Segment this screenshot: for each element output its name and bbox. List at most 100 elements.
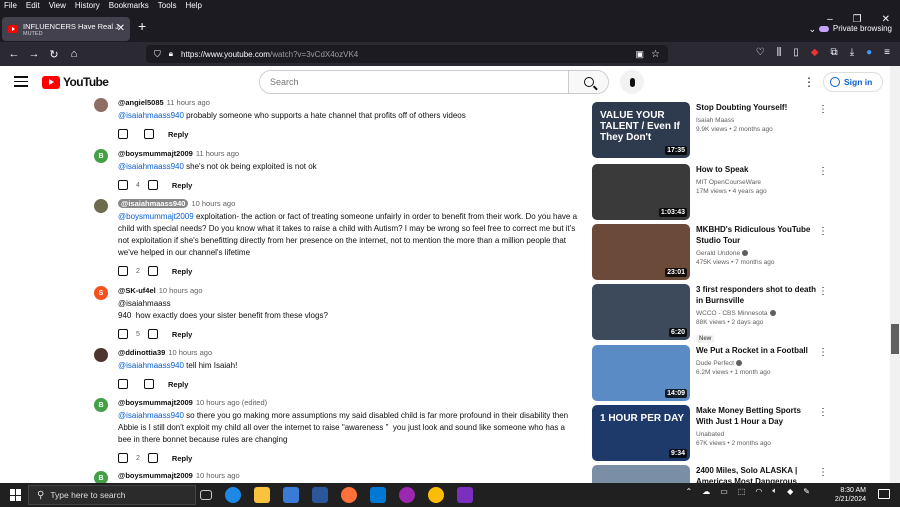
shield-icon[interactable]: ⛉ [154,49,161,60]
firefox-private-icon[interactable] [457,487,473,503]
close-tab-icon[interactable]: ✕ [117,23,125,34]
new-tab-icon[interactable]: + [138,18,146,34]
avatar[interactable] [94,98,108,112]
lock-icon[interactable]: 🔒︎ [169,49,173,59]
volume-icon[interactable]: 🔈︎ [772,486,777,496]
taskbar-search[interactable]: ⚲ Type here to search [28,485,196,505]
sign-in-button[interactable]: Sign in [823,72,883,92]
chrome-app-icon[interactable] [399,487,415,503]
notifications-icon[interactable] [878,489,890,499]
like-icon[interactable] [118,453,128,463]
video-title[interactable]: 3 first responders shot to death in Burn… [696,284,820,306]
account-icon[interactable]: ● [866,47,872,58]
video-menu-icon[interactable]: ⋮ [818,226,828,237]
edge-icon[interactable] [225,487,241,503]
forward-icon[interactable]: → [24,48,44,60]
reload-icon[interactable]: ↻ [44,48,64,61]
sidebar-icon[interactable]: ▯ [793,47,799,58]
scrollbar-thumb[interactable] [891,324,899,354]
comment-time[interactable]: 10 hours ago (edited) [196,398,267,407]
word-icon[interactable] [312,487,328,503]
video-thumbnail[interactable]: 23:01 [592,224,690,280]
reply-button[interactable]: Reply [172,330,192,339]
guide-menu-icon[interactable] [14,76,28,90]
download-icon[interactable]: ⤓ [850,47,854,58]
comment-author[interactable]: @isaiahmaass940 [118,199,189,208]
reply-button[interactable]: Reply [168,380,188,389]
comment-mention[interactable]: @isaiahmaass940 [118,111,184,120]
avatar[interactable]: B [94,471,108,483]
comment-author[interactable]: @SK-uf4el [118,286,156,295]
avatar[interactable]: B [94,398,108,412]
menu-item-history[interactable]: History [75,0,100,12]
avatar[interactable] [94,348,108,362]
dislike-icon[interactable] [144,129,154,139]
wifi-icon[interactable]: ◠ [755,487,762,496]
video-title[interactable]: 2400 Miles, Solo ALASKA | Americas Most … [696,465,820,483]
comment-time[interactable]: 10 hours ago [159,286,203,295]
search-button[interactable] [568,71,608,93]
back-icon[interactable]: ← [4,48,24,60]
like-icon[interactable] [118,180,128,190]
reply-button[interactable]: Reply [172,267,192,276]
extension-icon[interactable]: ◆ [811,47,819,58]
page-scrollbar[interactable] [890,66,900,483]
menu-item-bookmarks[interactable]: Bookmarks [109,0,149,12]
bookmark-star-icon[interactable]: ☆ [651,49,660,60]
related-video-item[interactable]: 14:09 We Put a Rocket in a Football Dude … [592,345,842,401]
pocket-icon[interactable]: ♡ [756,47,765,58]
dislike-icon[interactable] [147,266,158,276]
monitor-icon[interactable]: ▭ [720,487,728,496]
video-channel[interactable]: Isaiah Maass [696,116,820,125]
list-tabs-icon[interactable]: ⌄ [808,24,816,35]
comment-author[interactable]: @ddinottia39 [118,348,165,357]
comment-time[interactable]: 11 hours ago [167,98,210,107]
avatar[interactable]: B [94,149,108,163]
video-channel[interactable]: Gerald Undone [696,249,820,258]
mail-icon[interactable] [370,487,386,503]
video-channel[interactable]: WCCO - CBS Minnesota [696,309,820,318]
comment-time[interactable]: 11 hours ago [196,149,239,158]
video-title[interactable]: MKBHD's Ridiculous YouTube Studio Tour [696,224,820,246]
meet-icon[interactable]: ⬚ [738,487,746,496]
related-video-item[interactable]: 1:03:43 How to Speak MIT OpenCourseWare 17… [592,164,842,220]
like-icon[interactable] [118,379,128,389]
like-icon[interactable] [118,129,128,139]
video-menu-icon[interactable]: ⋮ [818,467,828,478]
chrome-icon[interactable] [428,487,444,503]
reply-button[interactable]: Reply [172,454,192,463]
picture-in-picture-icon[interactable]: ▣ [635,49,644,60]
comment-mention[interactable]: @isaiahmaass940 [118,162,184,171]
dislike-icon[interactable] [147,180,158,190]
dislike-icon[interactable] [147,329,158,339]
dropbox-icon[interactable]: ◆ [787,487,793,496]
related-video-item[interactable]: 6:20 3 first responders shot to death in… [592,284,842,343]
extensions-icon[interactable]: ⧉ [831,47,838,58]
firefox-icon[interactable] [341,487,357,503]
video-thumbnail[interactable]: VALUE YOUR TALENT / Even If They Don't 17… [592,102,690,158]
related-video-item[interactable]: 2400 Miles, Solo ALASKA | Americas Most … [592,465,842,483]
menu-item-view[interactable]: View [49,0,66,12]
comment-mention[interactable]: @isaiahmaass940 [118,411,184,420]
like-icon[interactable] [118,329,128,339]
comment-time[interactable]: 10 hours ago [168,348,212,357]
dislike-icon[interactable] [147,453,158,463]
windows-start-icon[interactable] [10,489,22,501]
url-bar[interactable]: ⛉ 🔒︎ https://www.youtube.com/watch?v=3vC… [146,45,668,63]
settings-dots-icon[interactable]: ⋮ [803,75,815,89]
browser-tab[interactable]: INFLUENCERS Have Real Jobs MUTED ✕ [2,17,130,41]
comment-time[interactable]: 10 hours ago [196,471,240,480]
youtube-logo[interactable]: YouTube [42,75,109,89]
video-menu-icon[interactable]: ⋮ [818,166,828,177]
video-thumbnail[interactable]: 1 HOUR PER DAY 9:34 [592,405,690,461]
avatar[interactable] [94,199,108,213]
related-video-item[interactable]: 23:01 MKBHD's Ridiculous YouTube Studio … [592,224,842,280]
menu-item-help[interactable]: Help [185,0,201,12]
menu-icon[interactable]: ≡ [884,47,890,58]
video-channel[interactable]: Unabated [696,430,820,439]
comment-mention[interactable]: @isaiahmaass940 [118,361,184,370]
taskbar-clock[interactable]: 8:30 AM 2/21/2024 [835,486,866,504]
comment-time[interactable]: 10 hours ago [191,199,235,208]
voice-search-button[interactable] [620,70,644,94]
video-title[interactable]: Stop Doubting Yourself! [696,102,820,113]
